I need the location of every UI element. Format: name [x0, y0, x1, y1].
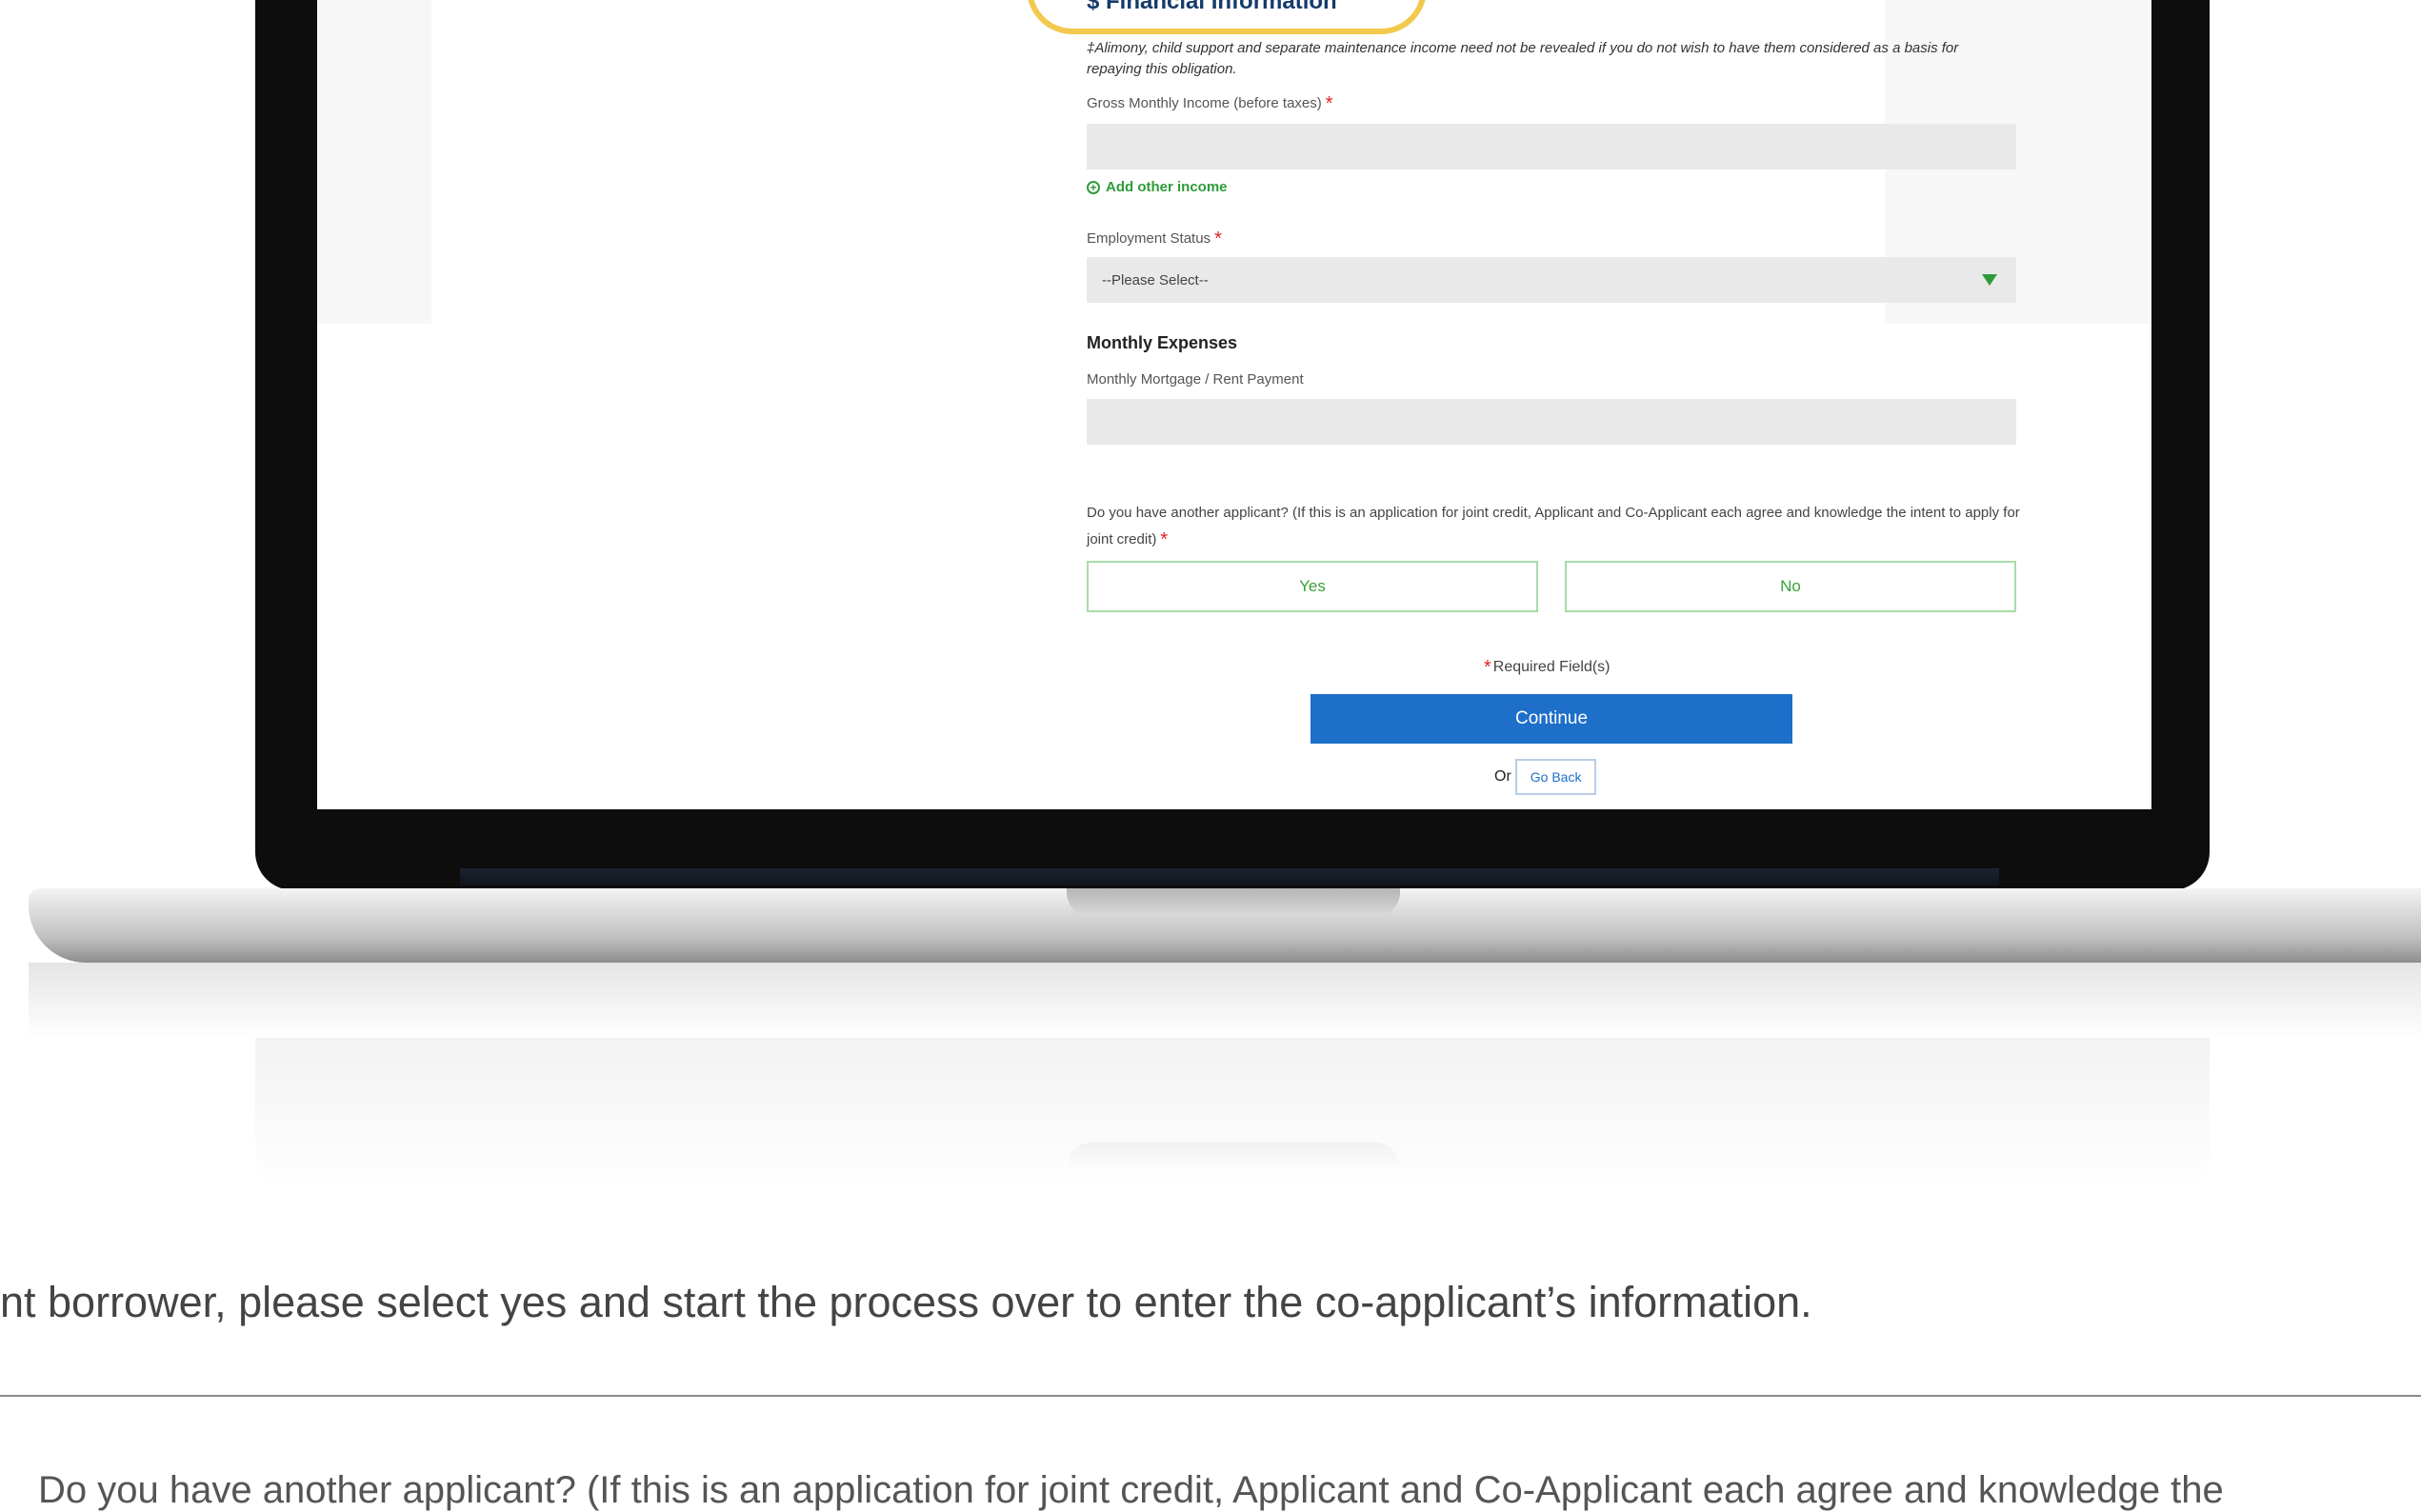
add-other-income-link[interactable]: + Add other income: [1087, 179, 1228, 195]
required-fields-text: Required Field(s): [1492, 659, 1611, 675]
plus-circle-icon: +: [1087, 180, 1100, 194]
another-applicant-question: Do you have another applicant? (If this …: [1087, 500, 2020, 553]
gross-income-label-text: Gross Monthly Income (before taxes): [1087, 95, 1322, 111]
employment-status-label: Employment Status *: [1087, 229, 1222, 250]
employment-status-value: --Please Select--: [1102, 271, 1209, 288]
section-divider: [0, 1395, 2421, 1397]
continue-button[interactable]: Continue: [1311, 694, 1792, 744]
another-applicant-question-text: Do you have another applicant? (If this …: [1087, 505, 2020, 547]
laptop-reflection-notch: [1067, 1143, 1400, 1171]
required-asterisk: *: [1325, 93, 1333, 114]
laptop-notch: [1067, 888, 1400, 917]
laptop-shadow: [29, 963, 2421, 1039]
required-fields-note: * Required Field(s): [1484, 657, 1611, 679]
section-title: $ Financial Information: [1087, 0, 1337, 14]
mortgage-input[interactable]: [1087, 399, 2016, 445]
instruction-text: nt borrower, please select yes and start…: [0, 1278, 1812, 1326]
laptop-screen: $ Financial Information ‡Alimony, child …: [317, 0, 2151, 809]
alimony-note: ‡Alimony, child support and separate mai…: [1087, 40, 1959, 77]
monthly-expenses-heading: Monthly Expenses: [1087, 333, 1238, 352]
dropdown-caret-icon: [1982, 274, 1997, 286]
or-label: Or: [1494, 768, 1511, 785]
gross-income-input[interactable]: [1087, 124, 2016, 169]
mortgage-label: Monthly Mortgage / Rent Payment: [1087, 371, 1304, 388]
gross-income-label: Gross Monthly Income (before taxes) *: [1087, 93, 1333, 115]
required-asterisk: *: [1160, 529, 1169, 550]
required-asterisk: *: [1214, 229, 1222, 249]
yes-button[interactable]: Yes: [1087, 561, 1538, 612]
mortgage-label-text: Monthly Mortgage / Rent Payment: [1087, 371, 1304, 388]
go-back-button[interactable]: Go Back: [1514, 759, 1597, 795]
employment-status-select[interactable]: --Please Select--: [1087, 257, 2016, 303]
go-back-row: Or Go Back: [1494, 759, 1597, 795]
no-button[interactable]: No: [1565, 561, 2016, 612]
another-applicant-question-large: Do you have another applicant? (If this …: [38, 1469, 2224, 1511]
add-other-income-label: Add other income: [1106, 179, 1228, 195]
required-asterisk: *: [1484, 657, 1491, 678]
employment-status-label-text: Employment Status: [1087, 230, 1211, 247]
laptop-bezel-strip: [460, 868, 1999, 885]
screen-side-panel-left: [317, 0, 431, 324]
